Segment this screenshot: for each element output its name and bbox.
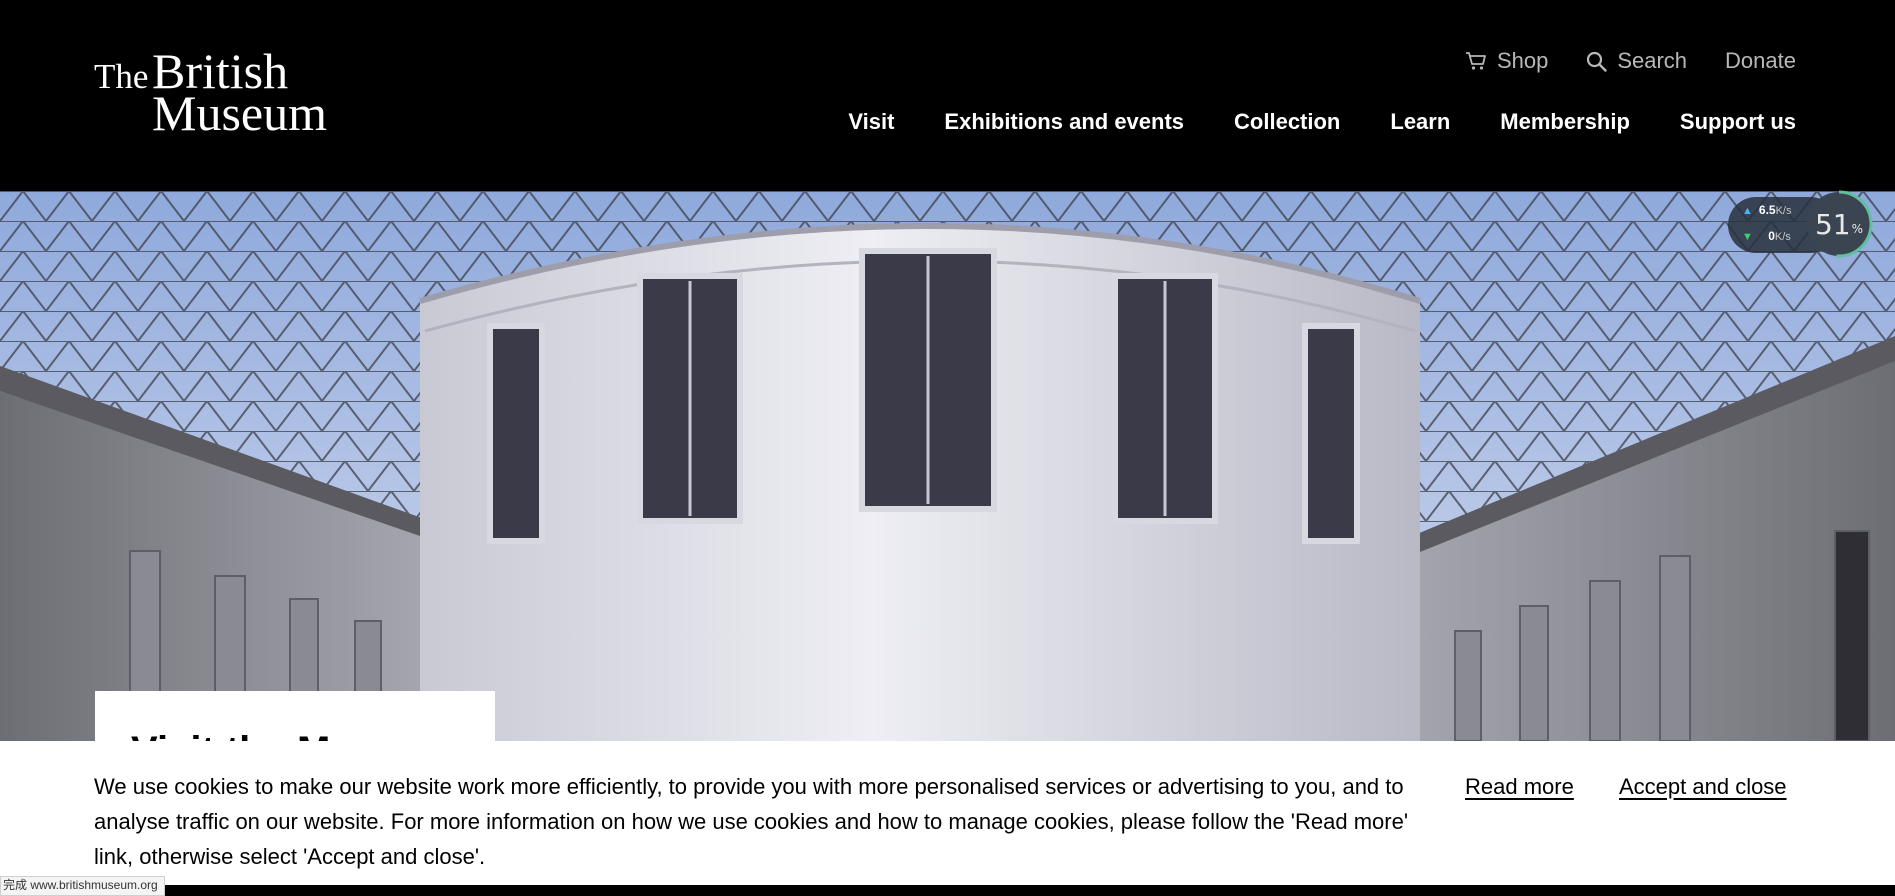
logo-museum: Museum xyxy=(152,85,327,141)
download-unit: K/s xyxy=(1774,231,1791,243)
search-link[interactable]: Search xyxy=(1586,48,1687,74)
nav-membership[interactable]: Membership xyxy=(1500,109,1630,135)
great-court-illustration xyxy=(0,191,1895,741)
download-arrow-icon: ▼ xyxy=(1742,231,1753,243)
donate-link[interactable]: Donate xyxy=(1725,48,1796,74)
search-label: Search xyxy=(1617,48,1688,73)
donate-label: Donate xyxy=(1725,48,1796,73)
usage-percent-sign: % xyxy=(1851,222,1864,236)
upload-unit: K/s xyxy=(1775,205,1792,217)
usage-percent: 51% xyxy=(1804,189,1874,259)
utility-nav: Shop Search Donate xyxy=(1465,48,1796,74)
usage-percent-value: 51 xyxy=(1814,207,1851,241)
site-header: The British Museum Shop Search Donate Vi… xyxy=(0,0,1895,191)
upload-value: 6.5 xyxy=(1758,203,1776,217)
browser-status-bar: 完成 www.britishmuseum.org xyxy=(0,876,165,896)
nav-exhibitions-and-events[interactable]: Exhibitions and events xyxy=(944,109,1184,135)
nav-collection[interactable]: Collection xyxy=(1234,109,1340,135)
logo-the: The xyxy=(94,57,149,96)
shop-link[interactable]: Shop xyxy=(1465,48,1548,74)
search-icon xyxy=(1586,51,1608,72)
cookie-banner: We use cookies to make our website work … xyxy=(0,741,1895,885)
cart-icon xyxy=(1465,51,1487,71)
download-value: 0 xyxy=(1768,229,1775,243)
read-more-link[interactable]: Read more xyxy=(1465,769,1574,804)
main-nav: Visit Exhibitions and events Collection … xyxy=(848,109,1796,135)
hero-image-great-court xyxy=(0,191,1895,741)
upload-arrow-icon: ▲ xyxy=(1742,205,1753,217)
accept-and-close-button[interactable]: Accept and close xyxy=(1619,769,1787,804)
network-speed-widget[interactable]: ▲ 6.5K/s ▼ 0K/s 51% xyxy=(1728,189,1876,259)
nav-learn[interactable]: Learn xyxy=(1390,109,1450,135)
cookie-message: We use cookies to make our website work … xyxy=(94,774,1409,869)
nav-visit[interactable]: Visit xyxy=(848,109,894,135)
shop-label: Shop xyxy=(1496,48,1549,73)
download-speed: ▼ 0K/s xyxy=(1742,229,1791,243)
upload-speed: ▲ 6.5K/s xyxy=(1742,203,1791,217)
nav-support-us[interactable]: Support us xyxy=(1680,109,1796,135)
